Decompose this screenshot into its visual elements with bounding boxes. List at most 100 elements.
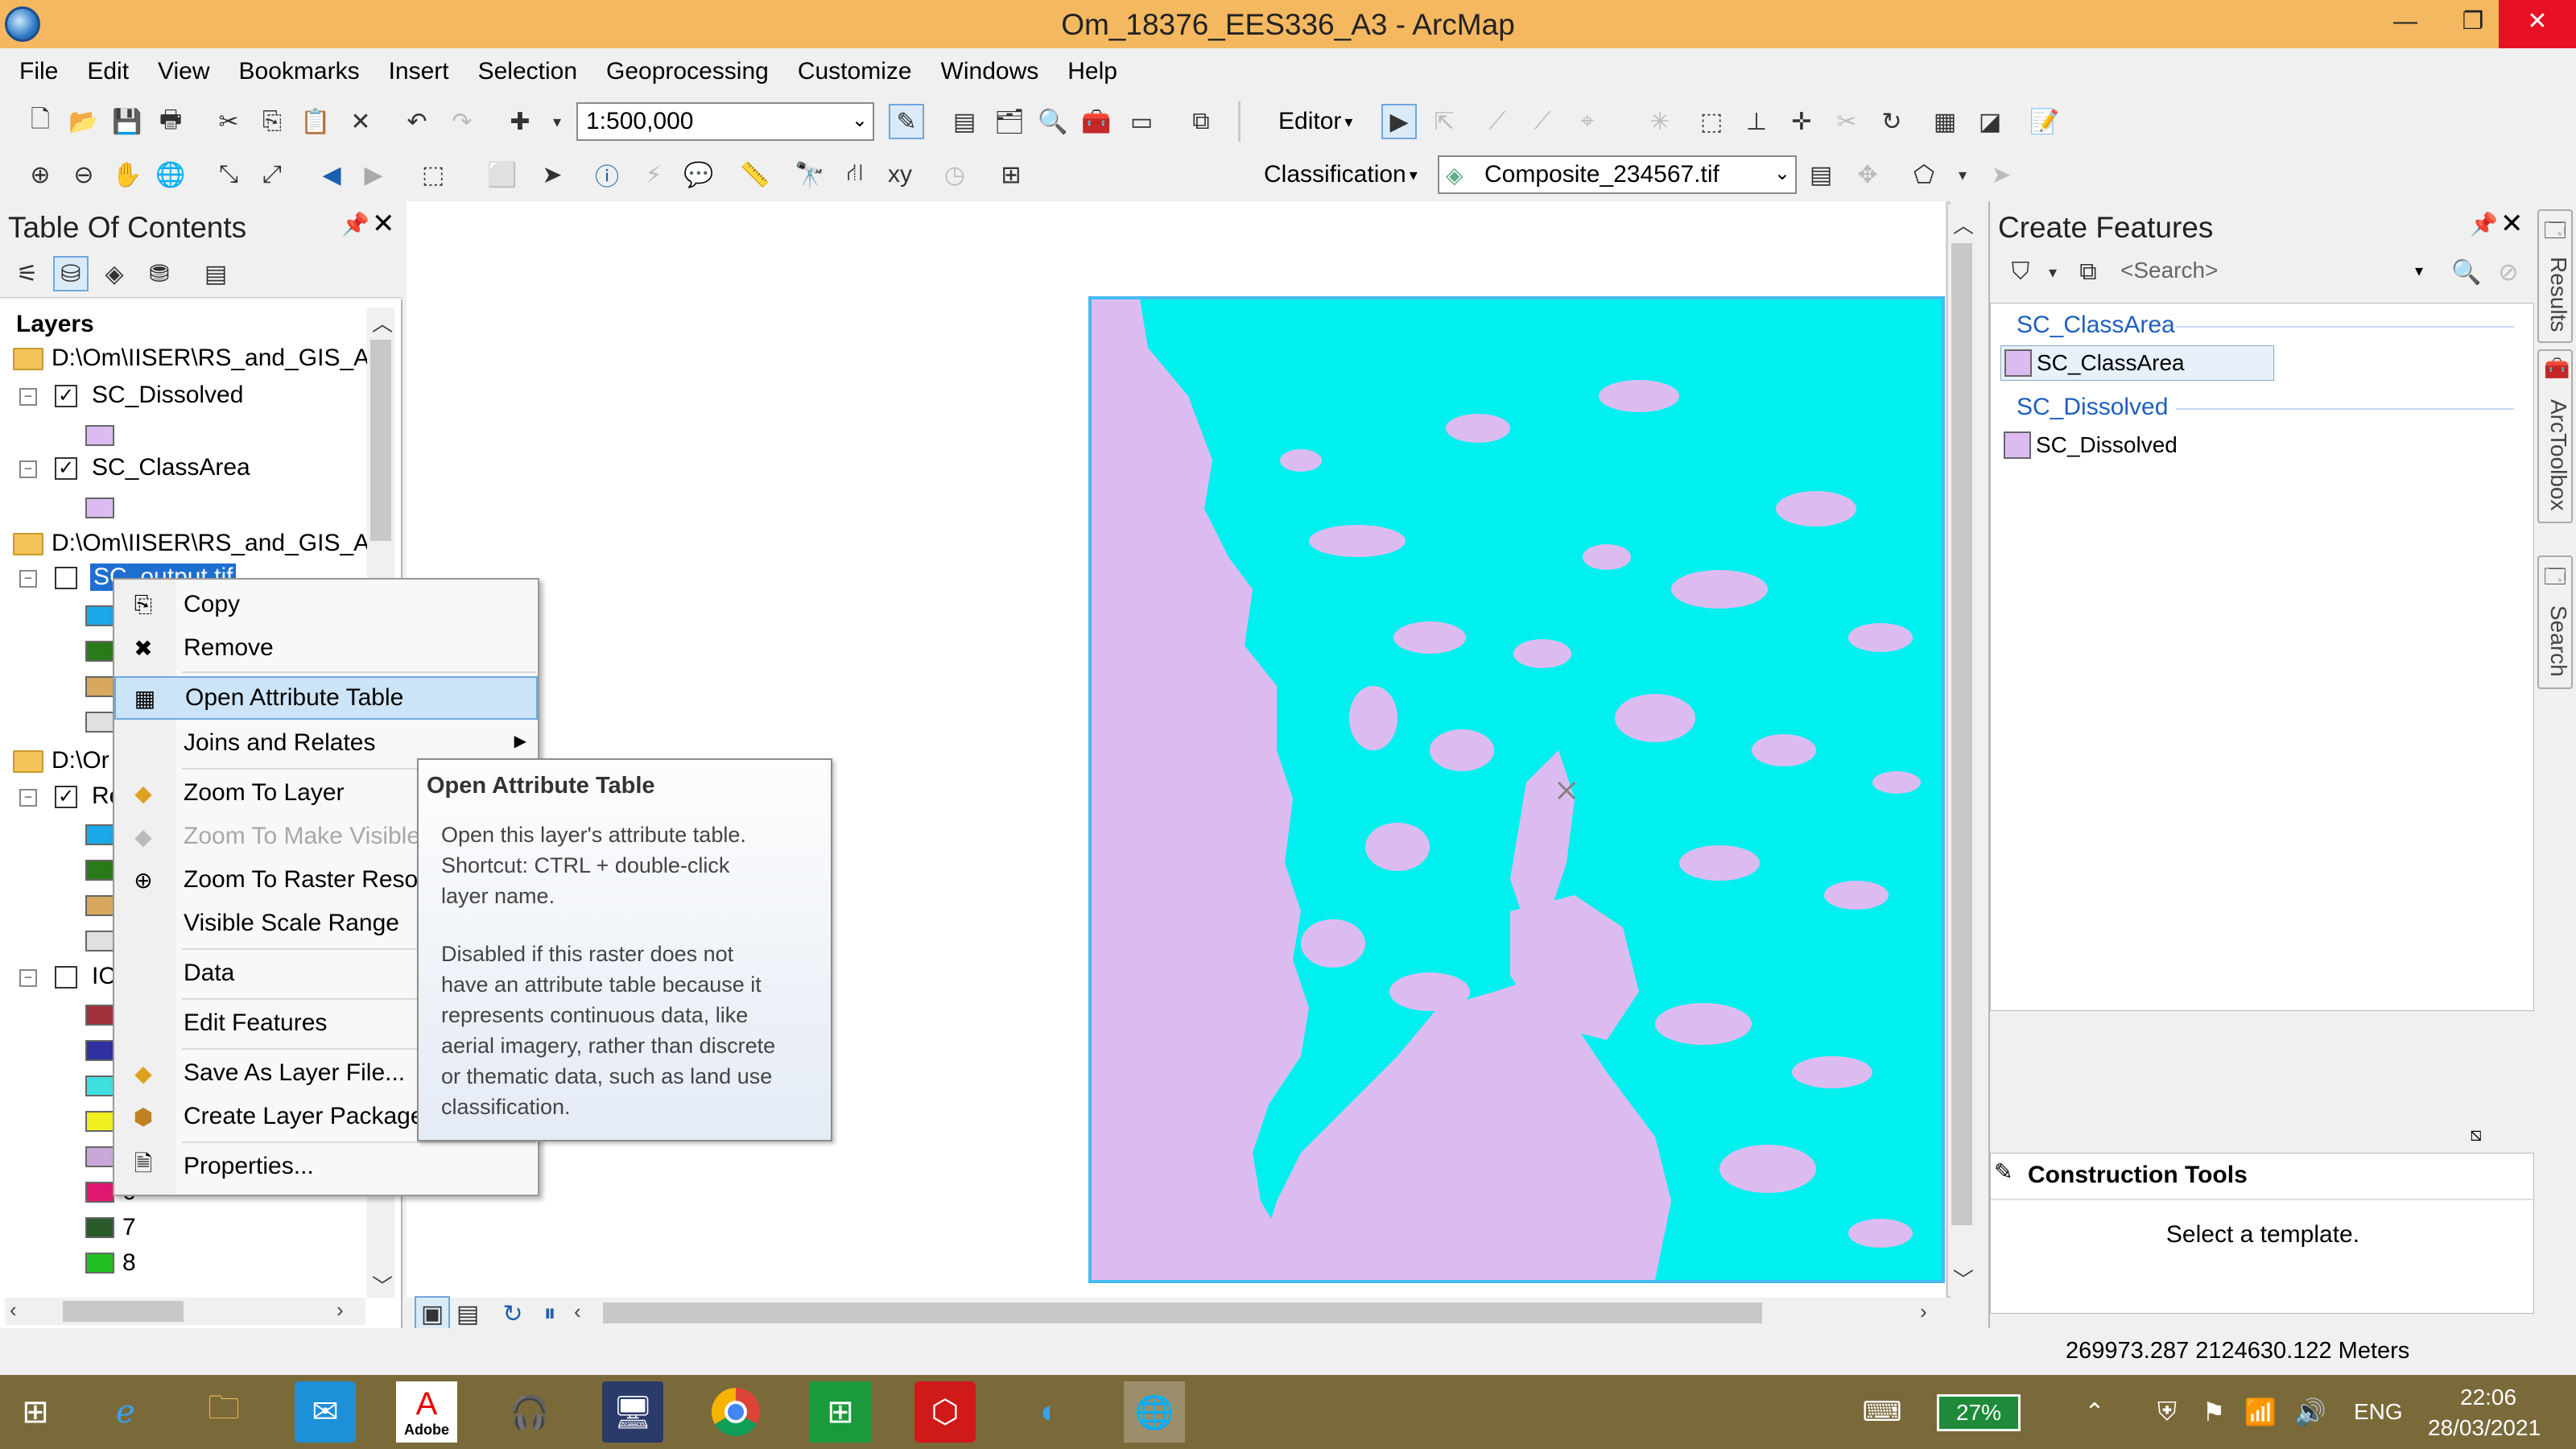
symbol-swatch[interactable] [85, 425, 114, 446]
scroll-up-icon[interactable]: ︿ [372, 308, 393, 337]
save-icon[interactable]: 💾 [109, 104, 145, 139]
menu-insert[interactable]: Insert [384, 50, 454, 93]
search-window-icon[interactable]: 🔍 [1035, 104, 1071, 139]
symbol-swatch[interactable] [85, 860, 114, 881]
scroll-left-icon[interactable]: ‹ [10, 1298, 17, 1323]
close-icon[interactable]: ✕ [372, 208, 395, 240]
edit-tool-icon[interactable]: ▶ [1381, 104, 1417, 139]
clear-search-icon[interactable]: ⊘ [2491, 254, 2526, 290]
catalog-window-icon[interactable]: 🗂 [992, 104, 1027, 139]
measure-icon[interactable]: 📏 [737, 157, 773, 192]
scroll-up-icon[interactable]: ︿ [1953, 209, 1974, 239]
internet-explorer-icon[interactable]: ℯ [95, 1381, 156, 1443]
scrollbar-thumb[interactable] [1951, 243, 1972, 1225]
lenovo-icon[interactable]: 🖥 [602, 1381, 663, 1443]
battery-indicator[interactable]: 27% [1937, 1394, 2021, 1431]
open-folder-icon[interactable]: 📂 [66, 104, 101, 139]
clock-time[interactable]: 22:06 [2460, 1385, 2516, 1410]
select-training-icon[interactable]: ➤ [1984, 157, 2019, 192]
fixed-zoom-out-icon[interactable]: ⤢ [254, 157, 290, 192]
symbol-swatch[interactable] [85, 1040, 114, 1061]
classified-raster-map[interactable] [1088, 296, 1945, 1283]
point-icon[interactable]: ✳ [1642, 104, 1678, 139]
arctoolbox-side-tab[interactable]: 🧰 ArcToolbox [2537, 349, 2573, 523]
draw-polygon-icon[interactable]: ⬠ [1906, 157, 1942, 192]
print-icon[interactable]: 🖶 [153, 104, 188, 139]
chrome-icon[interactable] [705, 1381, 766, 1443]
back-arrow-icon[interactable]: ◀ [314, 157, 349, 192]
scroll-down-icon[interactable]: ﹀ [372, 1270, 393, 1300]
time-slider-icon[interactable]: ◷ [937, 157, 972, 192]
edit-annotation-icon[interactable]: ⇱ [1426, 104, 1462, 139]
toc-group-3[interactable]: D:\Or [52, 747, 109, 774]
paste-icon[interactable]: 📋 [298, 104, 333, 139]
select-elements-icon[interactable]: ➤ [535, 157, 570, 192]
split-icon[interactable]: ✂ [1829, 104, 1864, 139]
edge-icon[interactable]: ◐ [1019, 1381, 1080, 1443]
find-route-icon[interactable]: ⛙ [837, 157, 873, 192]
scrollbar-thumb[interactable] [370, 340, 391, 541]
layout-view-icon[interactable]: ▤ [450, 1296, 485, 1331]
scrollbar-thumb[interactable] [603, 1302, 1762, 1323]
go-to-xy-icon[interactable]: xy [882, 157, 918, 192]
select-features-icon[interactable]: ⬚ [415, 157, 451, 192]
symbol-swatch[interactable] [85, 1075, 114, 1096]
close-button[interactable]: ✕ [2499, 0, 2576, 48]
symbol-swatch[interactable] [85, 712, 114, 733]
collapse-icon[interactable]: − [19, 969, 37, 987]
modelbuilder-icon[interactable]: ⧉ [1183, 104, 1219, 139]
list-by-selection-icon[interactable]: ⛃ [142, 256, 177, 291]
symbol-swatch[interactable] [85, 497, 114, 518]
edit-vertices-icon[interactable]: ⬚ [1694, 104, 1729, 139]
list-by-visibility-icon[interactable]: ◈ [97, 256, 132, 291]
trace-icon[interactable]: ⌖ [1570, 104, 1605, 139]
cut-icon[interactable]: ✂ [211, 104, 246, 139]
training-sample-manager-icon[interactable]: ▤ [1803, 157, 1839, 192]
layer-visibility-checkbox[interactable]: ✓ [55, 786, 77, 808]
full-extent-icon[interactable]: 🌐 [153, 157, 188, 192]
dock-toggle-icon[interactable]: ⧅ [2470, 1124, 2482, 1146]
endpoint-arc-icon[interactable]: ⟋ [1525, 104, 1560, 139]
headphones-icon[interactable]: 🎧 [499, 1381, 560, 1443]
symbol-swatch[interactable] [85, 895, 114, 916]
menu-geoprocessing[interactable]: Geoprocessing [601, 50, 774, 93]
reshape-icon[interactable]: ⊥ [1739, 104, 1774, 139]
layer-visibility-checkbox[interactable] [55, 966, 77, 989]
organize-templates-icon[interactable]: ⧉ [2070, 254, 2106, 290]
collapse-icon[interactable]: − [19, 388, 37, 406]
undo-icon[interactable]: ↶ [399, 104, 435, 139]
pin-icon[interactable]: 📌 [341, 211, 369, 237]
rotate-icon[interactable]: ↻ [1874, 104, 1909, 139]
identify-icon[interactable]: ⓘ [589, 157, 625, 192]
symbol-swatch[interactable] [85, 1005, 114, 1026]
menu-customize[interactable]: Customize [793, 50, 917, 93]
menu-item-copy[interactable]: ⎘ Copy [114, 583, 538, 626]
toc-root-layers[interactable]: Layers [16, 311, 94, 338]
zoom-in-icon[interactable]: ⊕ [23, 157, 58, 192]
scrollbar-thumb[interactable] [63, 1301, 184, 1322]
adobe-icon[interactable]: A Adobe [396, 1381, 457, 1443]
arcmap-taskbar-icon[interactable]: 🌐 [1124, 1381, 1185, 1443]
scroll-left-icon[interactable]: ‹ [574, 1299, 581, 1324]
minimize-button[interactable]: — [2367, 0, 2444, 48]
layer-visibility-checkbox[interactable]: ✓ [55, 457, 77, 480]
training-sample-icon[interactable]: ✥ [1850, 157, 1885, 192]
symbol-swatch[interactable] [85, 676, 114, 697]
collapse-icon[interactable]: − [19, 460, 37, 478]
search-side-tab[interactable]: 🗔 Search [2537, 555, 2573, 689]
add-data-dropdown-icon[interactable]: ▾ [539, 104, 575, 139]
template-item-classarea[interactable]: SC_ClassArea [2000, 345, 2274, 381]
symbol-swatch[interactable] [85, 605, 114, 626]
pan-icon[interactable]: ✋ [109, 157, 145, 192]
store-icon[interactable]: ⊞ [810, 1381, 871, 1443]
menu-selection[interactable]: Selection [473, 50, 582, 93]
attributes-icon[interactable]: ▦ [1927, 104, 1963, 139]
results-side-tab[interactable]: 🗔 Results [2537, 209, 2573, 343]
scroll-down-icon[interactable]: ﹀ [1953, 1264, 1974, 1294]
language-indicator[interactable]: ENG [2354, 1399, 2403, 1425]
menu-edit[interactable]: Edit [82, 50, 134, 93]
menu-item-properties[interactable]: 🗎 Properties... [114, 1145, 538, 1188]
volume-icon[interactable]: 🔊 [2280, 1381, 2341, 1443]
template-search-input[interactable]: <Search> [2116, 258, 2429, 288]
toc-layer-sc-classarea[interactable]: SC_ClassArea [92, 454, 250, 481]
